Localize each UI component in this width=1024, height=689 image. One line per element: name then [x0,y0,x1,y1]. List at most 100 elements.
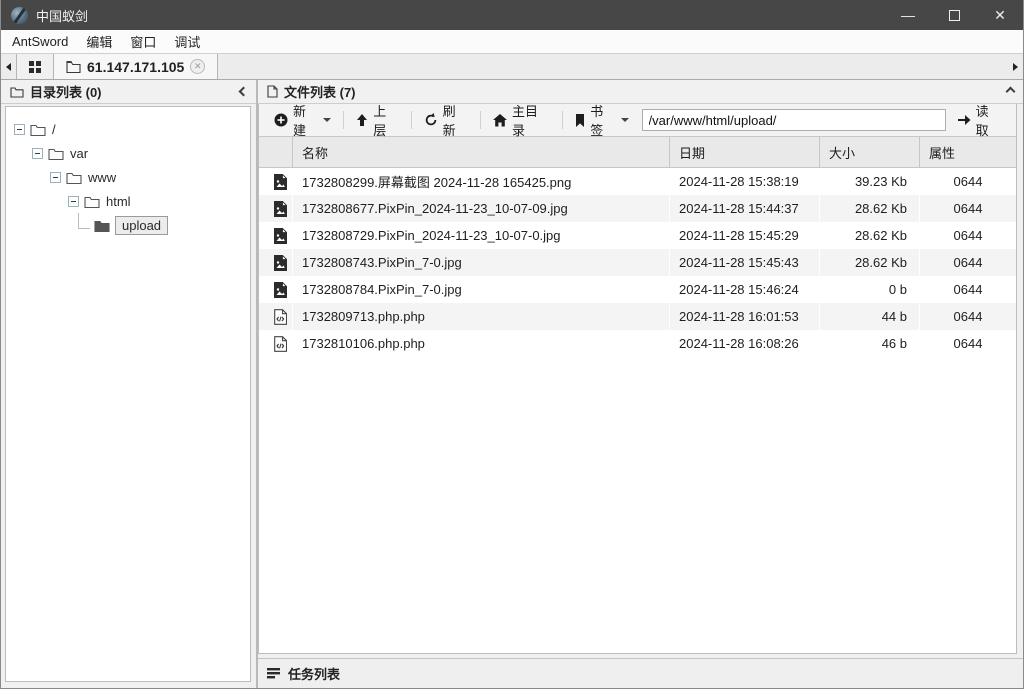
image-file-icon [274,174,287,190]
up-button-label: 上层 [373,101,398,139]
new-button-label: 新建 [293,101,318,139]
tree-node-root[interactable]: / [6,117,250,141]
file-attr: 0644 [920,222,1016,249]
file-name[interactable]: 1732808299.屏幕截图 2024-11-28 165425.png [293,168,670,195]
folder-outline-icon [48,147,64,160]
directory-panel-title: 目录列表 (0) [30,82,102,101]
code-file-icon [274,309,287,325]
menu-bar: AntSword 编辑 窗口 调试 [1,30,1023,53]
tab-scroll-right[interactable] [1008,54,1023,79]
file-name[interactable]: 1732808729.PixPin_2024-11-23_10-07-0.jpg [293,222,670,249]
collapse-expander-icon[interactable] [50,172,61,183]
tab-shell-session[interactable]: 61.147.171.105 ✕ [54,54,218,79]
file-list-empty-area [259,357,1016,653]
refresh-button-label: 刷新 [443,101,468,139]
file-name[interactable]: 1732809713.php.php [293,303,670,330]
arrow-right-icon [957,114,971,126]
menu-edit[interactable]: 编辑 [77,32,121,51]
table-row[interactable]: 1732808743.PixPin_7-0.jpg 2024-11-28 15:… [259,249,1016,276]
path-input[interactable] [642,109,946,131]
toolbar-separator [411,111,412,129]
code-file-icon [274,336,287,352]
directory-tree: / var www html [5,106,251,682]
tree-node-label: www [88,170,116,185]
file-date: 2024-11-28 15:44:37 [670,195,820,222]
file-name[interactable]: 1732810106.php.php [293,330,670,357]
folder-filled-icon [94,219,110,232]
file-rows: 1732808299.屏幕截图 2024-11-28 165425.png 20… [259,168,1016,357]
triangle-left-icon [6,63,11,71]
directory-panel-header[interactable]: 目录列表 (0) [1,80,256,104]
menu-window[interactable]: 窗口 [121,32,165,51]
image-file-icon [274,255,287,271]
folder-outline-icon [84,195,100,208]
tree-node-html[interactable]: html [6,189,250,213]
table-row[interactable]: 1732808677.PixPin_2024-11-23_10-07-09.jp… [259,195,1016,222]
file-date: 2024-11-28 15:38:19 [670,168,820,195]
tree-node-www[interactable]: www [6,165,250,189]
file-name[interactable]: 1732808784.PixPin_7-0.jpg [293,276,670,303]
table-row[interactable]: 1732809713.php.php 2024-11-28 16:01:53 4… [259,303,1016,330]
minimize-button[interactable]: — [885,0,931,30]
main-area: 目录列表 (0) / var www [1,80,1023,688]
file-date: 2024-11-28 15:46:24 [670,276,820,303]
task-list-icon [267,668,281,679]
collapse-left-icon[interactable] [239,87,249,97]
table-row[interactable]: 1732808784.PixPin_7-0.jpg 2024-11-28 15:… [259,276,1016,303]
task-list-bar[interactable]: 任务列表 [258,658,1023,688]
file-size: 39.23 Kb [820,168,920,195]
tree-connector [78,213,90,229]
menu-debug[interactable]: 调试 [165,32,209,51]
file-attr: 0644 [920,168,1016,195]
bookmark-button-label: 书签 [590,101,615,139]
table-row[interactable]: 1732808729.PixPin_2024-11-23_10-07-0.jpg… [259,222,1016,249]
collapse-up-icon[interactable] [1006,87,1016,97]
file-name[interactable]: 1732808677.PixPin_2024-11-23_10-07-09.jp… [293,195,670,222]
tab-scroll-left[interactable] [1,54,16,79]
tab-home-grid[interactable] [16,54,54,79]
file-attr: 0644 [920,330,1016,357]
column-header-name[interactable]: 名称 [293,137,670,167]
menu-antsword[interactable]: AntSword [3,34,77,49]
file-attr: 0644 [920,249,1016,276]
home-button-label: 主目录 [512,101,550,139]
file-date: 2024-11-28 16:08:26 [670,330,820,357]
arrow-up-icon [356,113,368,127]
table-row[interactable]: 1732808299.屏幕截图 2024-11-28 165425.png 20… [259,168,1016,195]
file-size: 0 b [820,276,920,303]
file-attr: 0644 [920,195,1016,222]
file-size: 44 b [820,303,920,330]
column-header-icon[interactable] [259,137,293,167]
chevron-down-icon [621,118,629,122]
tab-close-icon[interactable]: ✕ [190,59,205,74]
app-window: 中国蚁剑 — ✕ AntSword 编辑 窗口 调试 61.147.171.10… [0,0,1024,689]
file-attr: 0644 [920,276,1016,303]
bookmark-icon [575,114,585,127]
file-panel: 文件列表 (7) 新建 [258,80,1023,688]
close-button[interactable]: ✕ [977,0,1023,30]
refresh-icon [424,113,438,127]
file-size: 46 b [820,330,920,357]
file-name[interactable]: 1732808743.PixPin_7-0.jpg [293,249,670,276]
collapse-expander-icon[interactable] [32,148,43,159]
maximize-button[interactable] [931,0,977,30]
collapse-expander-icon[interactable] [68,196,79,207]
tree-node-upload[interactable]: upload [6,213,250,237]
file-list-box: 新建 上层 刷新 [258,104,1017,654]
column-header-attr[interactable]: 属性 [920,137,1016,167]
table-header: 名称 日期 大小 属性 [259,137,1016,168]
column-header-date[interactable]: 日期 [670,137,820,167]
tree-node-label: / [52,122,56,137]
table-row[interactable]: 1732810106.php.php 2024-11-28 16:08:26 4… [259,330,1016,357]
tree-node-var[interactable]: var [6,141,250,165]
maximize-icon [949,10,960,21]
tree-node-label: upload [115,216,168,235]
column-header-size[interactable]: 大小 [820,137,920,167]
folder-outline-icon [10,86,24,98]
folder-outline-icon [66,171,82,184]
collapse-expander-icon[interactable] [14,124,25,135]
title-bar: 中国蚁剑 — ✕ [1,0,1023,30]
image-file-icon [274,228,287,244]
plus-circle-icon [274,113,288,127]
image-file-icon [274,201,287,217]
